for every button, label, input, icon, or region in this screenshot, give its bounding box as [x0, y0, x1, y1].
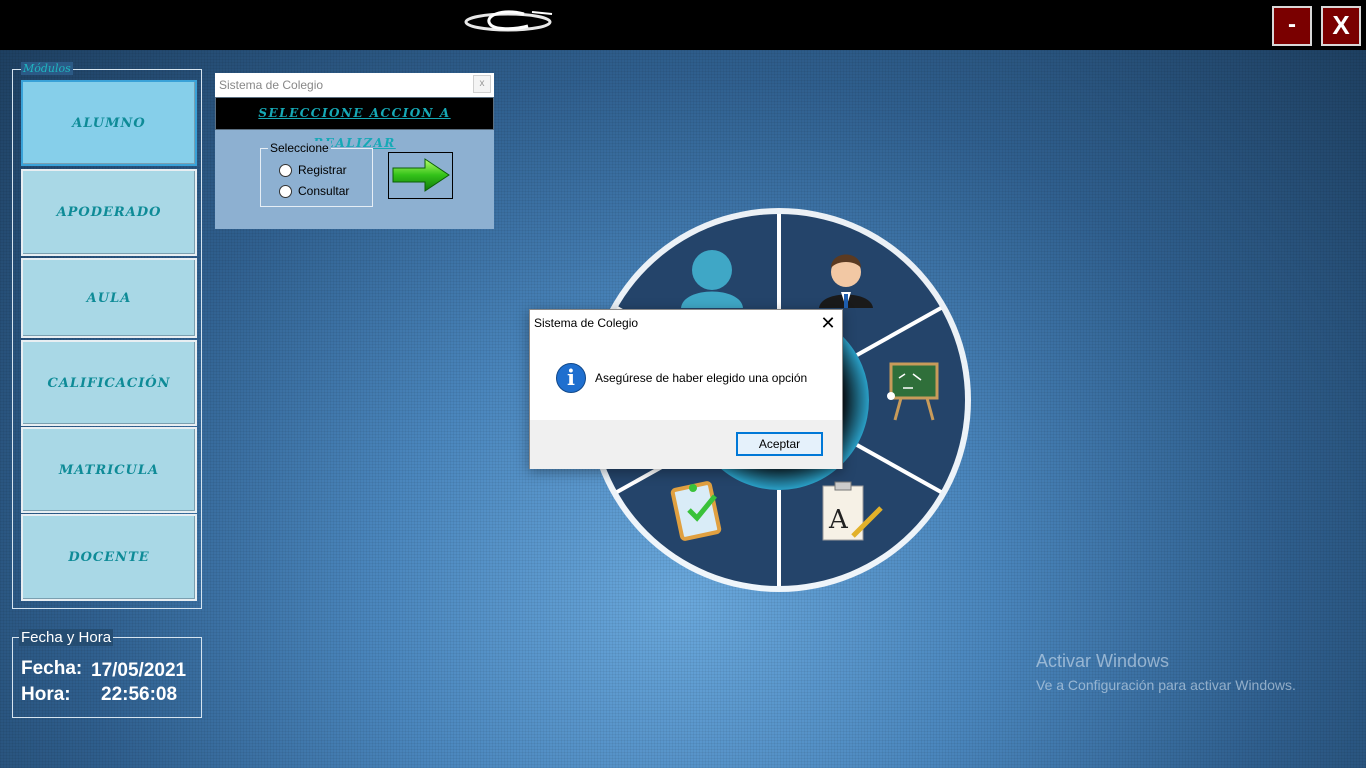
- svg-text:A: A: [828, 505, 849, 535]
- module-button-aula[interactable]: AULA: [21, 258, 197, 338]
- date-label: Fecha:: [21, 658, 83, 679]
- info-icon: i: [556, 363, 586, 393]
- radio-consultar[interactable]: Consultar: [279, 184, 349, 198]
- enrollment-checklist-icon[interactable]: [670, 481, 722, 541]
- module-button-apoderado[interactable]: APODERADO: [21, 169, 197, 256]
- green-arrow-icon: [392, 158, 450, 192]
- activation-watermark-title: Activar Windows: [1036, 651, 1170, 671]
- modules-legend: Módulos: [21, 62, 73, 75]
- time-label: Hora:: [21, 684, 71, 705]
- go-button[interactable]: [388, 152, 453, 199]
- app-logo: [464, 10, 553, 32]
- selection-group: Seleccione Registrar Consultar: [260, 141, 373, 207]
- radio-consultar-label: Consultar: [298, 184, 350, 198]
- title-bar: - X: [0, 0, 1366, 50]
- minimize-button[interactable]: -: [1272, 6, 1312, 46]
- message-dialog: Sistema de Colegio ✕ i Asegúrese de habe…: [529, 309, 843, 469]
- form-title: Sistema de Colegio: [215, 73, 494, 97]
- selection-legend: Seleccione: [268, 141, 331, 155]
- dialog-footer: Aceptar: [530, 420, 842, 469]
- module-button-docente[interactable]: DOCENTE: [21, 514, 197, 601]
- module-button-alumno[interactable]: ALUMNO: [21, 80, 197, 166]
- dialog-ok-button[interactable]: Aceptar: [736, 432, 823, 456]
- date-value: 17/05/2021: [91, 660, 187, 681]
- close-button[interactable]: X: [1321, 6, 1361, 46]
- radio-registrar-label: Registrar: [298, 163, 347, 177]
- action-form: Sistema de Colegio x SELECCIONE ACCION A…: [215, 73, 494, 229]
- activation-watermark-subtitle: Ve a Configuración para activar Windows.: [1036, 677, 1296, 693]
- radio-registrar[interactable]: Registrar: [279, 163, 347, 177]
- form-banner: SELECCIONE ACCION A REALIZAR: [215, 97, 494, 150]
- radio-circle[interactable]: [279, 184, 292, 198]
- form-close-button[interactable]: x: [473, 75, 491, 93]
- module-button-matricula[interactable]: MATRICULA: [21, 427, 197, 513]
- module-button-calificacion[interactable]: CALIFICACIÓN: [21, 340, 197, 426]
- datetime-group: Fecha y Hora Fecha: 17/05/2021 Hora: 22:…: [12, 629, 202, 718]
- radio-circle[interactable]: [279, 163, 292, 177]
- dialog-title: Sistema de Colegio: [534, 316, 639, 330]
- modules-group: Módulos ALUMNO APODERADO AULA CALIFICACI…: [12, 62, 202, 609]
- datetime-legend: Fecha y Hora: [19, 629, 114, 646]
- dialog-close-button[interactable]: ✕: [814, 311, 842, 335]
- time-value: 22:56:08: [101, 684, 178, 705]
- dialog-message: Asegúrese de haber elegido una opción: [595, 371, 808, 385]
